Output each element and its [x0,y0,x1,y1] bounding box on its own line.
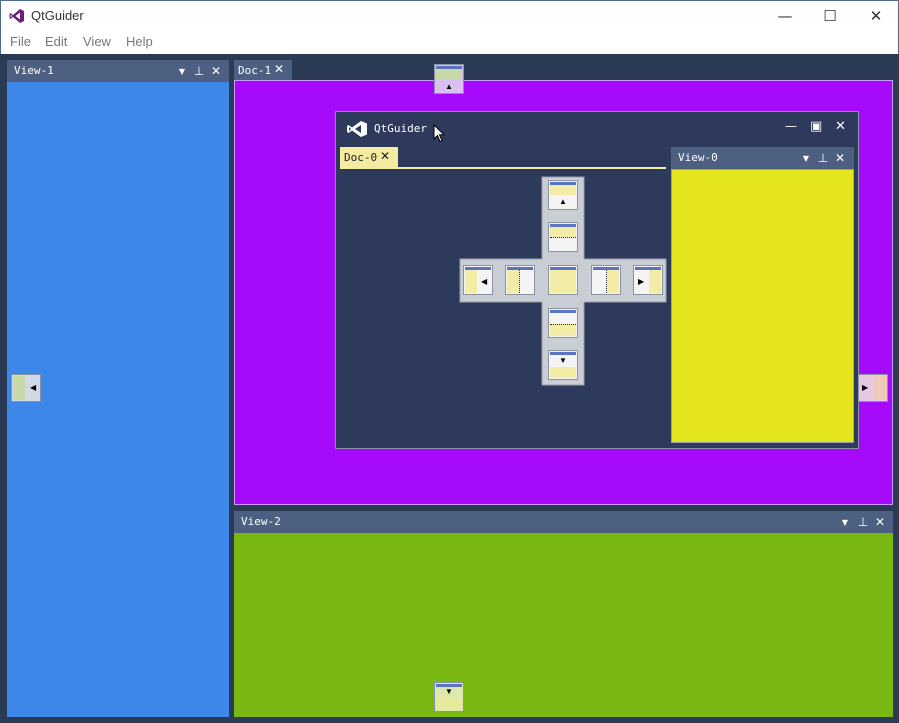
menu-help[interactable]: Help [126,34,153,49]
guide-right-inner[interactable] [591,265,621,295]
view1-title: View-1 [14,64,54,77]
view2-title: View-2 [241,515,281,528]
menu-edit[interactable]: Edit [45,34,67,49]
arrow-right-icon: ▶ [862,383,869,392]
close-button[interactable]: ✕ [853,1,899,31]
dropdown-icon[interactable]: ▼ [838,514,852,530]
pin-icon[interactable]: ⊥ [816,150,830,166]
dock-top-indicator[interactable]: ▲ [434,64,464,94]
dock-right-indicator[interactable]: ▶ [858,374,888,402]
dock-guide-cross: ▲ ◀ ▶ ▼ [458,175,668,387]
view2-content [234,533,893,717]
view1-title-bar[interactable]: View-1 ▼ ⊥ ✕ [7,60,229,82]
floating-minimize-button[interactable]: — [785,119,797,133]
mouse-cursor-icon [433,124,445,143]
arrow-right-icon: ▶ [638,277,645,286]
minimize-button[interactable]: — [762,1,808,31]
dropdown-icon[interactable]: ▼ [799,150,813,166]
doc1-tab-label: Doc-1 [238,64,272,77]
tab-doc1[interactable]: Doc-1 ✕ [234,60,292,80]
floating-close-button[interactable]: ✕ [835,119,846,134]
menu-file[interactable]: File [10,34,31,49]
pin-icon[interactable]: ⊥ [856,514,870,530]
guide-bottom-inner[interactable] [548,308,578,338]
arrow-left-icon: ◀ [481,277,488,286]
tab-doc0[interactable]: Doc-0 ✕ [340,147,398,167]
view0-content [671,169,854,443]
arrow-down-icon: ▼ [445,687,453,696]
close-icon[interactable]: ✕ [833,150,847,166]
maximize-button[interactable]: ☐ [807,1,853,31]
menu-bar: File Edit View Help [0,30,899,54]
arrow-up-icon: ▲ [445,82,453,91]
visual-studio-logo-icon [347,121,367,137]
view0-title-bar[interactable]: View-0 ▼ ⊥ ✕ [671,147,854,169]
menu-view[interactable]: View [83,34,111,49]
view0-title: View-0 [678,151,718,164]
tab-underline [340,167,666,169]
guide-top-outer[interactable]: ▲ [548,180,578,210]
guide-top-inner[interactable] [548,222,578,252]
dock-left-indicator[interactable]: ◀ [11,374,41,402]
arrow-left-icon: ◀ [30,383,37,392]
guide-left-inner[interactable] [505,265,535,295]
doc0-tab-label: Doc-0 [344,151,378,164]
close-icon[interactable]: ✕ [274,62,284,76]
close-icon[interactable]: ✕ [873,514,887,530]
floating-title: QtGuider [374,122,427,135]
dock-bottom-indicator[interactable]: ▼ [434,682,464,712]
guide-center[interactable] [548,265,578,295]
close-icon[interactable]: ✕ [380,149,390,163]
window-title-bar: QtGuider — ☐ ✕ [0,0,899,30]
visual-studio-logo-icon [9,9,24,23]
dropdown-icon[interactable]: ▼ [175,63,189,79]
floating-window[interactable]: QtGuider — ▣ ✕ Doc-0 ✕ ▲ ◀ ▶ ▼ View-0 ▼ … [335,111,859,449]
arrow-down-icon: ▼ [559,356,567,365]
view2-title-bar[interactable]: View-2 ▼ ⊥ ✕ [234,511,893,533]
floating-maximize-button[interactable]: ▣ [810,119,822,134]
app-title: QtGuider [31,8,84,23]
arrow-up-icon: ▲ [559,197,567,206]
guide-left-outer[interactable]: ◀ [463,265,493,295]
close-icon[interactable]: ✕ [209,63,223,79]
guide-bottom-outer[interactable]: ▼ [548,350,578,380]
pin-icon[interactable]: ⊥ [192,63,206,79]
guide-right-outer[interactable]: ▶ [633,265,663,295]
